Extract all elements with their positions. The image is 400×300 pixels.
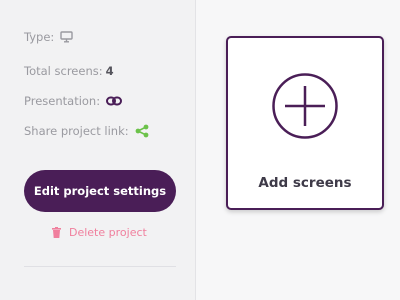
presentation-label: Presentation: <box>24 94 101 108</box>
add-screens-label: Add screens <box>258 175 352 191</box>
total-screens-row: Total screens: 4 <box>24 64 114 78</box>
share-row: Share project link: <box>24 124 149 138</box>
presentation-row: Presentation: <box>24 94 123 108</box>
total-screens-value: 4 <box>105 64 114 78</box>
type-row: Type: <box>24 30 73 44</box>
delete-project-link[interactable]: Delete project <box>52 226 147 239</box>
sidebar-divider <box>24 266 176 267</box>
share-label: Share project link: <box>24 124 129 138</box>
type-label: Type: <box>24 30 55 44</box>
monitor-icon <box>60 31 73 43</box>
add-screens-card[interactable]: Add screens <box>226 36 384 210</box>
trash-icon <box>52 227 61 238</box>
edit-project-settings-button[interactable]: Edit project settings <box>24 170 176 212</box>
delete-project-label: Delete project <box>69 226 147 239</box>
project-sidebar: Type: Total screens: 4 Presentation: Sha… <box>0 0 196 300</box>
link-icon[interactable] <box>106 96 123 106</box>
share-icon[interactable] <box>135 124 149 138</box>
plus-circle-icon <box>271 72 339 140</box>
total-screens-label: Total screens: <box>24 64 103 78</box>
screens-area: Add screens <box>197 0 400 300</box>
